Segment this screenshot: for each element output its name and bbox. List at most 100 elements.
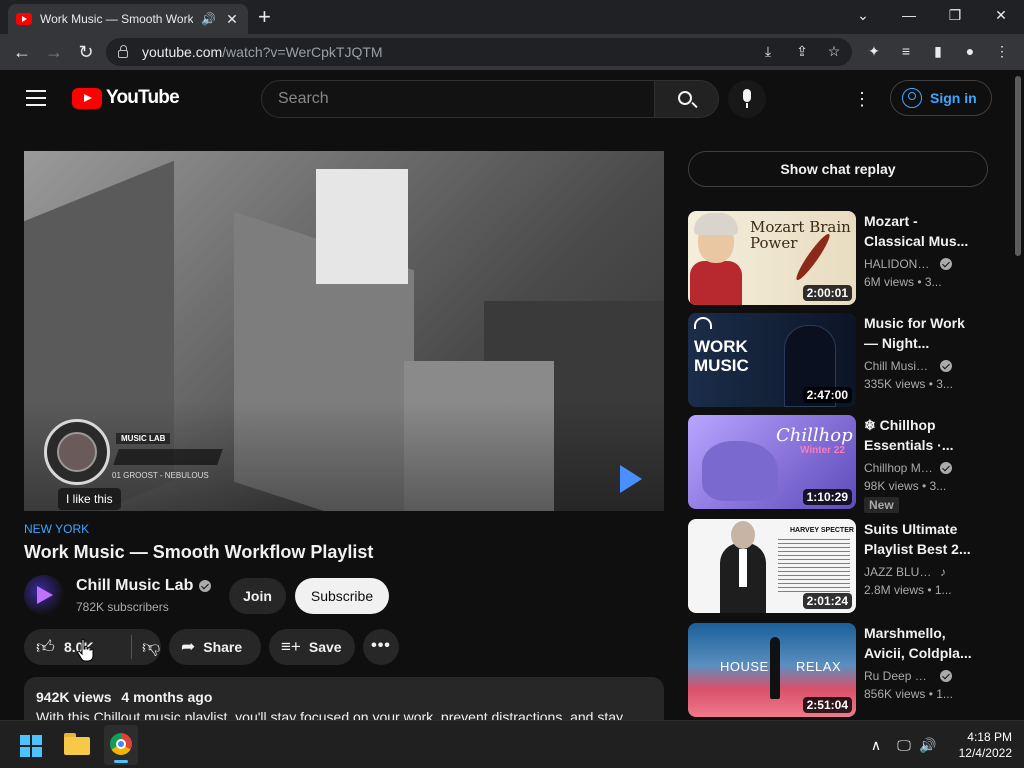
share-page-icon[interactable]: ⇪: [792, 43, 812, 60]
address-host: youtube.com: [142, 44, 223, 60]
subscribe-button[interactable]: Subscribe: [295, 578, 389, 614]
browser-toolbar: ← → ↻ youtube.com /watch?v=WerCpkTJQTM ⤓…: [0, 34, 1024, 70]
install-app-icon[interactable]: ⤓: [758, 43, 778, 60]
browser-menu-icon[interactable]: ⋮: [992, 43, 1012, 60]
video-thumbnail[interactable]: WORK MUSIC 2:47:00: [688, 313, 856, 407]
vinyl-record-logo: [44, 419, 110, 485]
search-icon: [678, 91, 692, 105]
thumbnail-caption: HARVEY SPECTER: [790, 527, 854, 534]
page-scrollbar[interactable]: [1013, 70, 1024, 720]
recommendation-title[interactable]: ❄ Chillhop Essentials ·...: [864, 415, 974, 455]
youtube-masthead: YouTube Search ⋮ Sign in: [0, 70, 1024, 126]
system-clock[interactable]: 4:18 PM 12/4/2022: [942, 729, 1012, 761]
subscriber-count: 782K subscribers: [76, 600, 169, 614]
thumbnail-caption: Mozart Brain Power: [750, 218, 851, 252]
thumbs-up-icon[interactable]: 👍︎: [36, 637, 55, 657]
video-thumbnail[interactable]: HARVEY SPECTER 2:01:24: [688, 519, 856, 613]
account-circle-icon: [902, 88, 922, 108]
menu-icon[interactable]: [26, 90, 46, 106]
tab-search-button[interactable]: ⌄: [848, 4, 878, 26]
recommendation-channel[interactable]: JAZZ BLUES ♪: [864, 565, 946, 579]
channel-watermark-icon[interactable]: [620, 465, 642, 493]
music-note-icon: ♪: [940, 565, 946, 579]
video-thumbnail[interactable]: HOUSE RELAX 2:51:04: [688, 623, 856, 717]
recommendation-item[interactable]: HOUSE RELAX 2:51:04 Marshmello, Avicii, …: [688, 623, 1008, 717]
windows-taskbar: ∧ 🖵 🔊 4:18 PM 12/4/2022: [0, 720, 1024, 768]
recommendation-title[interactable]: Mozart - Classical Mus...: [864, 211, 974, 251]
recommendation-channel[interactable]: HALIDONM...: [864, 257, 952, 271]
lock-icon[interactable]: [118, 45, 128, 58]
more-actions-button[interactable]: •••: [363, 629, 399, 665]
file-explorer-icon[interactable]: [64, 733, 90, 755]
speaker-icon[interactable]: 🔊: [201, 12, 216, 26]
thumbs-down-icon[interactable]: 👎︎: [142, 637, 160, 657]
video-player[interactable]: MUSIC LAB 01 GROOST - NEBULOUS I like th…: [24, 151, 664, 511]
scrollbar-thumb[interactable]: [1015, 76, 1021, 256]
windows-start-icon[interactable]: [20, 735, 42, 757]
browser-tab[interactable]: Work Music — Smooth Workf 🔊 ✕: [8, 4, 248, 34]
recommendation-title[interactable]: Marshmello, Avicii, Coldpla...: [864, 623, 974, 663]
voice-search-button[interactable]: [728, 80, 766, 118]
upload-age: 4 months ago: [121, 689, 213, 705]
extensions-puzzle-icon[interactable]: ✦: [864, 43, 884, 60]
thumbnail-caption: Chillhop: [776, 425, 853, 446]
browser-title-bar: Work Music — Smooth Workf 🔊 ✕ + ⌄ — ❐ ✕: [0, 0, 1024, 34]
media-control-icon[interactable]: ≡: [896, 43, 916, 59]
sign-in-button[interactable]: Sign in: [890, 80, 992, 116]
verified-check-icon: [940, 462, 952, 474]
recommendation-channel[interactable]: Chill Music ...: [864, 359, 952, 373]
video-thumbnail[interactable]: Mozart Brain Power 2:00:01: [688, 211, 856, 305]
channel-name-row[interactable]: Chill Music Lab: [76, 577, 212, 595]
recommendation-item[interactable]: Chillhop Winter 22 1:10:29 ❄ Chillhop Es…: [688, 415, 1008, 513]
youtube-play-logo-icon: [72, 87, 102, 109]
forward-arrow-icon[interactable]: →: [42, 40, 66, 64]
recommendation-item[interactable]: Mozart Brain Power 2:00:01 Mozart - Clas…: [688, 211, 1008, 305]
share-arrow-icon: ➦: [181, 637, 196, 656]
recommendation-meta: 856K views • 1...: [864, 687, 953, 701]
channel-avatar[interactable]: [24, 575, 64, 615]
recommendation-title[interactable]: Music for Work — Night...: [864, 313, 974, 353]
search-button[interactable]: [655, 80, 719, 118]
video-thumbnail[interactable]: Chillhop Winter 22 1:10:29: [688, 415, 856, 509]
youtube-logo[interactable]: YouTube: [72, 87, 180, 109]
volume-icon[interactable]: 🔊: [918, 735, 938, 755]
bookmark-star-icon[interactable]: ☆: [824, 43, 844, 60]
video-hashtag[interactable]: NEW YORK: [24, 522, 89, 536]
network-icon[interactable]: 🖵: [894, 735, 914, 755]
verified-check-icon: [940, 670, 952, 682]
recommendation-meta: 6M views • 3...: [864, 275, 942, 289]
recommendation-item[interactable]: WORK MUSIC 2:47:00 Music for Work — Nigh…: [688, 313, 1008, 407]
minimize-button[interactable]: —: [894, 4, 924, 26]
restore-button[interactable]: ❐: [940, 4, 970, 26]
video-duration: 2:51:04: [802, 697, 852, 713]
profile-icon[interactable]: ●: [960, 43, 980, 59]
verified-check-icon: [199, 580, 212, 592]
thumbnail-caption: WORK MUSIC: [694, 337, 749, 375]
new-badge: New: [864, 497, 899, 513]
reload-icon[interactable]: ↻: [74, 40, 98, 64]
like-tooltip: I like this: [58, 488, 121, 510]
verified-check-icon: [940, 258, 952, 270]
recommendation-channel[interactable]: Chillhop Mu...: [864, 461, 952, 475]
settings-more-icon[interactable]: ⋮: [852, 88, 872, 110]
tab-close-icon[interactable]: ✕: [224, 11, 240, 28]
close-window-button[interactable]: ✕: [986, 4, 1016, 26]
recommendation-channel[interactable]: Ru Deep Ra...: [864, 669, 952, 683]
channel-name[interactable]: Chill Music Lab: [76, 577, 193, 595]
sign-in-label: Sign in: [930, 90, 977, 106]
back-arrow-icon[interactable]: ←: [10, 40, 34, 64]
thumbnail-caption-left: HOUSE: [720, 659, 769, 674]
join-button[interactable]: Join: [229, 578, 286, 614]
chrome-taskbar-icon[interactable]: [104, 725, 138, 765]
share-button[interactable]: ➦ Share: [169, 629, 261, 665]
address-bar[interactable]: youtube.com /watch?v=WerCpkTJQTM: [106, 38, 852, 66]
show-hidden-icons-chevron-icon[interactable]: ∧: [866, 735, 886, 755]
recommendation-title[interactable]: Suits Ultimate Playlist Best 2...: [864, 519, 974, 559]
show-chat-replay-button[interactable]: Show chat replay: [688, 151, 988, 187]
side-panel-icon[interactable]: ▮: [928, 43, 948, 60]
search-input[interactable]: Search: [261, 80, 655, 118]
new-tab-button[interactable]: +: [258, 5, 271, 29]
recommendation-item[interactable]: HARVEY SPECTER 2:01:24 Suits Ultimate Pl…: [688, 519, 1008, 613]
save-button[interactable]: ≡+ Save: [269, 629, 355, 665]
address-path: /watch?v=WerCpkTJQTM: [222, 44, 383, 60]
